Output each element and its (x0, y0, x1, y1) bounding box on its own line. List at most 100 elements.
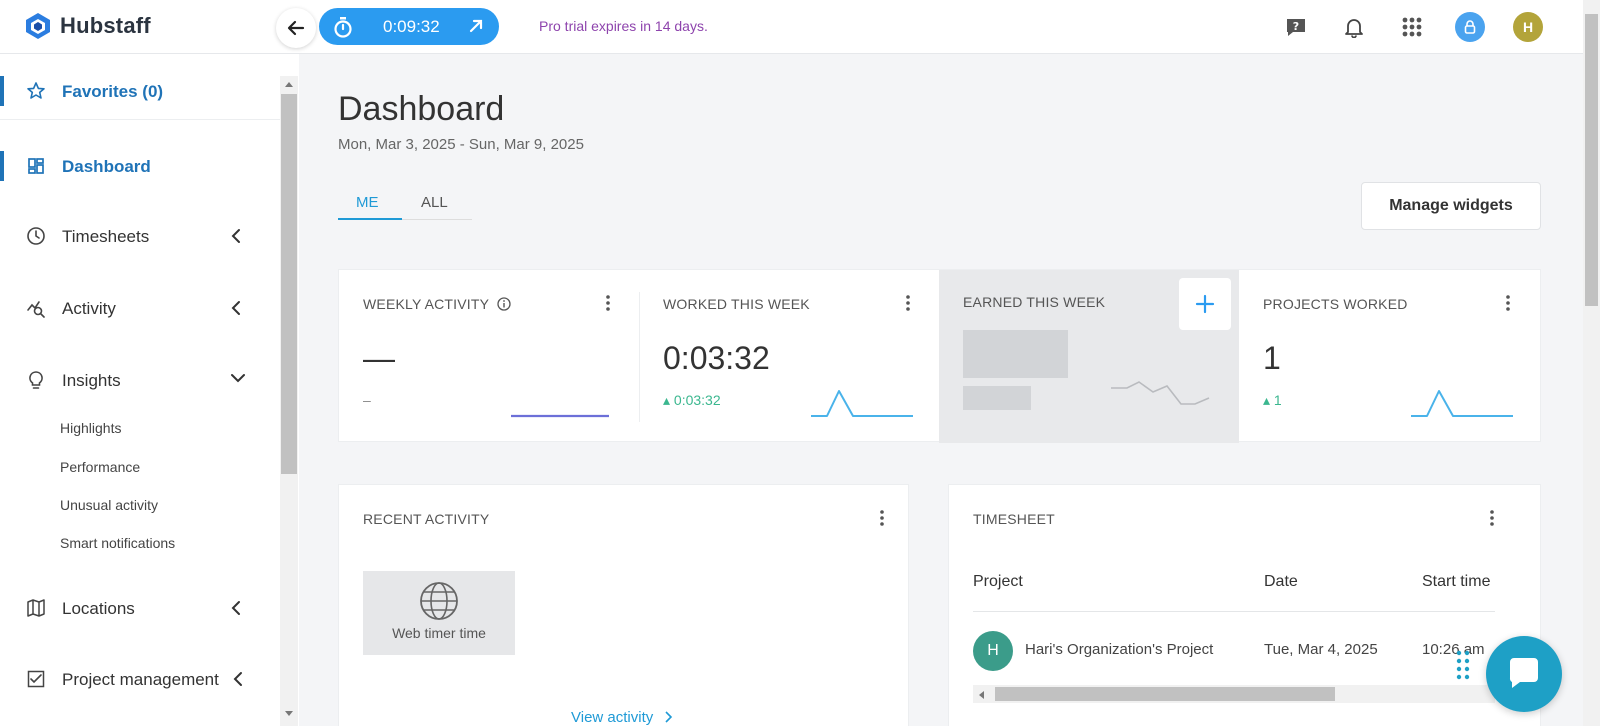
view-tabs: ME ALL (338, 182, 472, 220)
lightbulb-icon (29, 371, 43, 389)
top-bar: Hubstaff 0:09:32 Pro trial expires in 14… (0, 0, 1583, 54)
sidebar-item-label: Dashboard (62, 157, 151, 176)
svg-text:?: ? (1293, 20, 1299, 33)
recent-activity-widget: RECENT ACTIVITY Web timer time View acti… (338, 484, 909, 726)
bell-icon (1345, 19, 1363, 38)
stat-delta: ▴ 0:03:32 (663, 392, 721, 408)
security-button[interactable] (1455, 12, 1485, 42)
dashboard-icon (28, 158, 44, 174)
placeholder-block (963, 330, 1068, 378)
widget-title: PROJECTS WORKED (1263, 296, 1408, 312)
scrollbar-thumb[interactable] (995, 687, 1335, 701)
earned-placeholder-sparkline (1111, 381, 1210, 405)
timesheet-widget: TIMESHEET Project Date Start time H Hari… (948, 484, 1541, 726)
more-options-icon[interactable] (605, 294, 611, 312)
trial-notice[interactable]: Pro trial expires in 14 days. (539, 18, 708, 34)
scroll-left-arrow-icon[interactable] (977, 690, 985, 700)
sidebar-item-locations[interactable]: Locations (0, 593, 280, 623)
more-options-icon[interactable] (1505, 294, 1511, 312)
collapse-sidebar-button[interactable] (276, 8, 316, 48)
scrollbar-thumb[interactable] (281, 94, 297, 474)
add-earnings-button[interactable] (1179, 278, 1231, 330)
more-options-icon[interactable] (879, 509, 885, 527)
sidebar-scrollbar[interactable] (280, 76, 298, 726)
stat-value: 1 (1263, 340, 1281, 376)
chevron-left-icon (231, 601, 240, 615)
activity-sparkline (511, 414, 609, 418)
chevron-left-icon (231, 301, 240, 315)
apps-grid-icon (1402, 17, 1422, 37)
projects-worked-widget: PROJECTS WORKED 1 ▴ 1 (1239, 270, 1539, 443)
column-header-start-time[interactable]: Start time (1422, 573, 1490, 591)
tab-me[interactable]: ME (356, 194, 379, 211)
scrollbar-thumb[interactable] (1585, 14, 1598, 306)
hubstaff-logo-icon (26, 13, 50, 39)
sidebar-item-label: Locations (62, 599, 135, 618)
sidebar-subitem-smart-notifications[interactable]: Smart notifications (60, 535, 175, 551)
active-indicator (0, 76, 4, 106)
entry-date: Tue, Mar 4, 2025 (1264, 641, 1378, 658)
widget-title: WORKED THIS WEEK (663, 296, 810, 312)
widget-title: RECENT ACTIVITY (363, 511, 490, 527)
chevron-down-icon (231, 374, 245, 383)
open-timer-icon[interactable] (467, 17, 485, 35)
user-menu[interactable]: H (1513, 12, 1543, 42)
timesheet-horizontal-scrollbar[interactable] (973, 685, 1495, 703)
sidebar-item-project-management[interactable]: Project management (0, 664, 280, 694)
project-name: Hari's Organization's Project (1025, 641, 1214, 658)
sidebar-item-timesheets[interactable]: Timesheets (0, 221, 280, 251)
divider (973, 611, 1495, 612)
clock-icon (27, 227, 45, 245)
info-icon[interactable] (497, 297, 511, 311)
stat-delta: ▴ 1 (1263, 392, 1282, 408)
sidebar-subitem-performance[interactable]: Performance (60, 459, 140, 475)
tab-all[interactable]: ALL (421, 194, 448, 211)
widget-title: TIMESHEET (973, 511, 1055, 527)
activity-icon (27, 301, 45, 318)
column-header-date[interactable]: Date (1264, 573, 1298, 591)
widget-title: EARNED THIS WEEK (963, 294, 1106, 310)
column-header-project[interactable]: Project (973, 573, 1023, 591)
sidebar-item-label: Timesheets (62, 227, 150, 246)
date-range[interactable]: Mon, Mar 3, 2025 - Sun, Mar 9, 2025 (338, 136, 584, 153)
sidebar-subitem-unusual-activity[interactable]: Unusual activity (60, 497, 158, 513)
timer-value: 0:09:32 (383, 17, 440, 36)
earned-this-week-widget: EARNED THIS WEEK (939, 270, 1239, 443)
sidebar-item-favorites[interactable]: Favorites (0) (0, 76, 280, 106)
divider (0, 119, 280, 120)
chat-button[interactable] (1486, 636, 1562, 712)
more-options-icon[interactable] (1489, 509, 1495, 527)
sidebar-item-insights[interactable]: Insights (0, 365, 280, 395)
sidebar-item-label: Favorites (0) (62, 82, 164, 101)
manage-widgets-button[interactable]: Manage widgets (1361, 182, 1541, 230)
sidebar-item-activity[interactable]: Activity (0, 293, 280, 323)
apps-button[interactable] (1397, 12, 1427, 42)
sidebar-subitem-highlights[interactable]: Highlights (60, 420, 121, 436)
stat-delta: – (363, 392, 371, 408)
notifications-button[interactable] (1339, 12, 1369, 42)
globe-icon (420, 582, 458, 620)
lock-icon (1464, 20, 1476, 34)
stat-value: — (363, 340, 395, 376)
hubstaff-logo[interactable]: Hubstaff (24, 12, 151, 40)
drag-handle-icon[interactable] (1456, 650, 1470, 686)
scroll-down-arrow-icon[interactable] (284, 710, 294, 718)
sidebar: Favorites (0) Dashboard Timesheets Activ… (0, 54, 280, 726)
project-avatar: H (973, 631, 1013, 671)
placeholder-block (963, 386, 1031, 410)
scroll-up-arrow-icon[interactable] (284, 80, 294, 88)
more-options-icon[interactable] (905, 294, 911, 312)
view-activity-link[interactable]: View activity (571, 709, 673, 726)
active-indicator (0, 151, 4, 181)
help-icon: ? (1287, 19, 1305, 36)
page-scrollbar[interactable] (1583, 0, 1600, 726)
active-tab-indicator (338, 218, 402, 220)
arrow-left-icon (287, 20, 305, 36)
checklist-icon (27, 670, 45, 688)
web-timer-tile[interactable]: Web timer time (363, 571, 515, 655)
chat-icon (1509, 658, 1538, 688)
chevron-left-icon (233, 672, 242, 686)
help-button[interactable]: ? (1281, 12, 1311, 42)
timer-widget[interactable]: 0:09:32 (319, 8, 499, 45)
sidebar-item-dashboard[interactable]: Dashboard (0, 151, 280, 181)
